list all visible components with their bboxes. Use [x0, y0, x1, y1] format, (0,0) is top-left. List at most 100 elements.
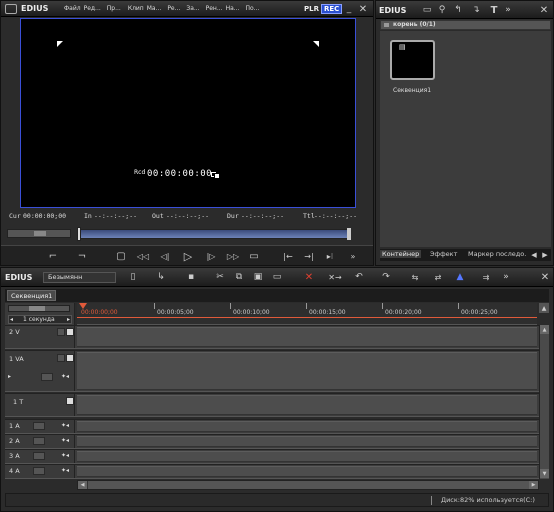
ruler-scroll-up-icon[interactable]: ▲ [539, 303, 549, 313]
add-marker-icon[interactable]: ▲ [453, 271, 467, 283]
track-2v-header[interactable]: 2 V [5, 326, 75, 348]
track-4a-speaker-icon[interactable]: ✦◂ [61, 467, 69, 474]
scroll-down-icon[interactable]: ▼ [540, 469, 549, 478]
menu-capture[interactable]: За... [186, 5, 199, 12]
play-icon[interactable]: ▷ [181, 249, 195, 263]
scroll-left-icon[interactable]: ◀ [78, 481, 87, 489]
bin-more-icon[interactable]: » [503, 4, 513, 16]
scroll-right-icon[interactable]: ▶ [529, 481, 538, 489]
track-4a-header[interactable]: 4 A ✦◂ [5, 465, 75, 478]
track-1a-audio-icon[interactable] [33, 422, 45, 430]
insert-icon[interactable]: |← [279, 249, 297, 263]
track-1va-audio-icon[interactable] [41, 373, 53, 381]
track-2v-lock-icon[interactable] [66, 328, 74, 336]
track-2a-audio-icon[interactable] [33, 437, 45, 445]
tab-sequence-markers[interactable]: Маркер последо... [466, 250, 526, 258]
rec-button[interactable]: REC [321, 4, 343, 14]
track-1a-lane[interactable] [77, 421, 537, 432]
step-forward-icon[interactable]: |▷ [204, 249, 218, 263]
track-4a-audio-icon[interactable] [33, 467, 45, 475]
new-sequence-icon[interactable]: ▯ [127, 271, 139, 283]
title-icon[interactable]: T [488, 4, 500, 16]
rewind-icon[interactable]: ◁◁ [135, 249, 151, 263]
paste-icon[interactable]: ▣ [252, 271, 264, 283]
track-1va-lane[interactable] [77, 352, 537, 390]
cut-icon[interactable]: ✂ [214, 271, 226, 283]
menu-view[interactable]: Пр... [107, 5, 121, 12]
position-end-handle[interactable] [347, 228, 351, 240]
undo-icon[interactable]: ↶ [353, 271, 365, 283]
menu-file[interactable]: Файл [64, 5, 81, 12]
menu-clip[interactable]: Клип [128, 5, 144, 12]
set-in-out-icon[interactable]: ⇆ [408, 271, 422, 283]
tab-next-icon[interactable]: ▶ [540, 249, 550, 261]
set-out-icon[interactable]: ¬ [75, 249, 89, 263]
delete-icon[interactable]: ✕ [303, 271, 315, 283]
sync-lock-icon[interactable]: ⇉ [479, 271, 493, 283]
track-1va-expand-icon[interactable]: ▸ [8, 373, 11, 380]
zoom-handle[interactable] [29, 306, 45, 311]
track-1va-lock-icon[interactable] [66, 354, 74, 362]
track-3a-lane[interactable] [77, 451, 537, 462]
track-3a-header[interactable]: 3 A ✦◂ [5, 450, 75, 463]
step-back-icon[interactable]: ◁| [158, 249, 172, 263]
save-icon[interactable]: ▪ [185, 271, 197, 283]
minimize-icon[interactable]: _ [344, 3, 354, 15]
search-icon[interactable]: ⚲ [436, 4, 448, 16]
position-handle[interactable] [77, 227, 81, 241]
shuttle-slider[interactable] [7, 229, 71, 238]
track-2a-header[interactable]: 2 A ✦◂ [5, 435, 75, 448]
overwrite-icon[interactable]: →| [300, 249, 318, 263]
track-1va-header[interactable]: 1 VA ▸ ✦◂ [5, 351, 75, 391]
track-3a-speaker-icon[interactable]: ✦◂ [61, 452, 69, 459]
track-1a-speaker-icon[interactable]: ✦◂ [61, 422, 69, 429]
tab-prev-icon[interactable]: ◀ [529, 249, 539, 261]
menu-edit[interactable]: Ред... [84, 5, 101, 12]
shuttle-handle[interactable] [34, 231, 46, 236]
set-out-in-icon[interactable]: ⇄ [431, 271, 445, 283]
time-ruler[interactable]: 00:00:00;00 00:00:05;00 00:00:10;00 00:0… [77, 303, 537, 325]
track-1t-header[interactable]: 1 T [5, 394, 75, 416]
timescale-dropdown[interactable]: ◂ 1 секунда ▸ [8, 315, 72, 324]
track-2a-speaker-icon[interactable]: ✦◂ [61, 437, 69, 444]
bin-close-icon[interactable]: ✕ [538, 4, 550, 16]
open-project-icon[interactable]: ↳ [155, 271, 167, 283]
tab-container[interactable]: Контейнер [380, 250, 422, 258]
tab-effects[interactable]: Эффект [428, 250, 459, 258]
menu-marker[interactable]: Ма... [147, 5, 162, 12]
playhead-marker[interactable] [79, 303, 87, 309]
position-bar[interactable] [77, 229, 351, 239]
fast-forward-icon[interactable]: ▷▷ [225, 249, 241, 263]
ripple-delete-icon[interactable]: ✕→ [328, 271, 341, 283]
paste-cursor-icon[interactable]: ▭ [271, 271, 283, 283]
plr-button[interactable]: PLR [304, 5, 319, 13]
timeline-close-icon[interactable]: ✕ [539, 271, 551, 283]
horizontal-scrollbar[interactable]: ◀ ▶ [77, 480, 539, 490]
timeline-more-icon[interactable]: » [501, 271, 511, 283]
menu-mode[interactable]: Ре... [167, 5, 180, 12]
add-clip-icon[interactable]: ↴ [470, 4, 482, 16]
track-1va-video-icon[interactable] [57, 354, 65, 362]
track-1a-header[interactable]: 1 A ✦◂ [5, 420, 75, 433]
vertical-scrollbar[interactable]: ▲ ▼ [539, 325, 549, 479]
track-3a-audio-icon[interactable] [33, 452, 45, 460]
track-1t-lane[interactable] [77, 395, 537, 415]
set-in-icon[interactable]: ⌐ [46, 249, 60, 263]
sequence-thumbnail[interactable]: ▤ [390, 40, 435, 80]
timescale-right-icon[interactable]: ▸ [67, 316, 70, 323]
up-folder-icon[interactable]: ↰ [452, 4, 464, 16]
track-1va-speaker-icon[interactable]: ✦◂ [61, 373, 69, 380]
menu-help[interactable]: По... [245, 5, 259, 12]
scroll-thumb[interactable] [88, 481, 530, 489]
scroll-up-icon[interactable]: ▲ [540, 325, 549, 334]
tab-sequence1[interactable]: Секвенция1 [7, 290, 57, 301]
track-1t-title-icon[interactable] [66, 397, 74, 405]
menu-settings[interactable]: На... [226, 5, 240, 12]
track-4a-lane[interactable] [77, 466, 537, 477]
folder-icon[interactable]: ▭ [421, 4, 433, 16]
stop-icon[interactable]: ▢ [114, 249, 128, 263]
more-icon[interactable]: » [347, 249, 359, 263]
replace-icon[interactable]: ▸⁝ [321, 249, 339, 263]
copy-icon[interactable]: ⧉ [233, 271, 245, 283]
menu-render[interactable]: Рен... [206, 5, 223, 12]
